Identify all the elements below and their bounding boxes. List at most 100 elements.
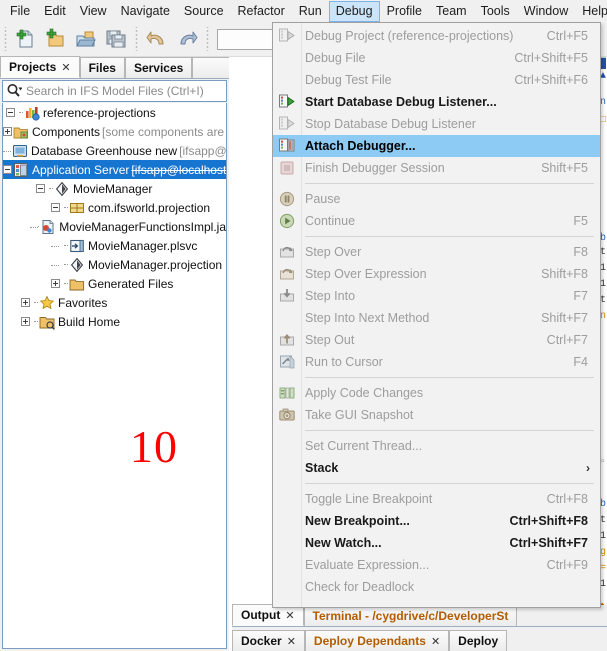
tree-line [51,246,59,247]
tree-line [30,227,38,228]
menu-item-step-into[interactable]: Step IntoF7 [273,285,600,307]
menubar-item-profile[interactable]: Profile [380,1,429,22]
menubar-item-tools[interactable]: Tools [474,1,517,22]
build-home-icon [39,314,55,330]
undo-icon[interactable] [142,25,172,53]
tree-toggle-plus[interactable] [21,315,34,329]
tree-item[interactable]: Components [some components are hidden [3,122,226,141]
menu-item-step-into-next-method[interactable]: Step Into Next MethodShift+F7 [273,307,600,329]
menu-item-take-gui-snapshot[interactable]: Take GUI Snapshot [273,404,600,426]
menubar-item-edit[interactable]: Edit [37,1,73,22]
tree-item[interactable]: com.ifsworld.projection [3,198,226,217]
menu-item-toggle-line-breakpoint[interactable]: Toggle Line BreakpointCtrl+F8 [273,488,600,510]
tab-services[interactable]: Services [125,57,192,78]
bottom-tab-terminal-cygdrive-c-developerst[interactable]: Terminal - /cygdrive/c/DeveloperSt [304,605,518,626]
save-all-icon[interactable] [101,25,131,53]
tree-item-label: MovieManager [73,182,152,196]
new-file-icon[interactable] [11,25,41,53]
menu-item-step-over-expression[interactable]: Step Over ExpressionShift+F8 [273,263,600,285]
menubar-item-view[interactable]: View [73,1,114,22]
appserver-icon [13,162,29,178]
expander-icon[interactable] [3,127,12,136]
menu-item-debug-project-reference-projections[interactable]: Debug Project (reference-projections)Ctr… [273,25,600,47]
menu-item-run-to-cursor[interactable]: Run to CursorF4 [273,351,600,373]
tree-line [64,264,68,265]
project-tree[interactable]: reference-projectionsComponents [some co… [2,103,227,649]
menubar-item-run[interactable]: Run [292,1,329,22]
bottom-tab-deploy[interactable]: Deploy [449,630,507,651]
tab-projects[interactable]: Projects✕ [0,56,80,78]
tree-item[interactable]: MovieManager.plsvc [3,236,226,255]
tree-toggle-minus[interactable] [51,201,64,215]
close-icon[interactable]: ✕ [61,61,70,74]
menu-item-debug-test-file[interactable]: Debug Test FileCtrl+Shift+F6 [273,69,600,91]
expander-icon[interactable] [21,298,30,307]
tree-item-label: MovieManagerFunctionsImpl.ja [59,220,226,234]
search-input[interactable]: Search in IFS Model Files (Ctrl+I) [2,80,227,102]
menubar-item-debug[interactable]: Debug [329,1,380,22]
tree-item[interactable]: Generated Files [3,274,226,293]
tree-item[interactable]: MovieManager.projection [3,255,226,274]
menu-item-debug-file[interactable]: Debug FileCtrl+Shift+F5 [273,47,600,69]
menubar-item-refactor[interactable]: Refactor [231,1,292,22]
tree-item[interactable]: Favorites [3,293,226,312]
menu-item-start-database-debug-listener[interactable]: Start Database Debug Listener... [273,91,600,113]
tab-files[interactable]: Files [80,57,125,78]
menu-item-new-watch[interactable]: New Watch...Ctrl+Shift+F7 [273,532,600,554]
menu-item-continue[interactable]: ContinueF5 [273,210,600,232]
expander-icon[interactable] [36,184,45,193]
projection-icon [54,181,70,197]
expander-icon[interactable] [6,108,15,117]
menu-item-evaluate-expression[interactable]: Evaluate Expression...Ctrl+F9 [273,554,600,576]
tree-item[interactable]: Application Server [ifsapp@localhost:808… [3,160,226,179]
toolbar-grip[interactable] [2,27,9,51]
tree-toggle-plus[interactable] [21,296,34,310]
debug-dropdown-menu[interactable]: Debug Project (reference-projections)Ctr… [272,22,601,608]
tree-toggle-minus[interactable] [36,182,49,196]
menu-item-set-current-thread[interactable]: Set Current Thread... [273,435,600,457]
menubar-item-help[interactable]: Help [575,1,607,22]
menu-item-stop-database-debug-listener[interactable]: Stop Database Debug Listener [273,113,600,135]
expander-icon[interactable] [3,165,12,174]
menu-item-step-over[interactable]: Step OverF8 [273,241,600,263]
menu-item-step-out[interactable]: Step OutCtrl+F7 [273,329,600,351]
menubar-item-file[interactable]: File [3,1,37,22]
tree-item[interactable]: reference-projections [3,103,226,122]
tree-indent [3,283,51,284]
new-project-icon[interactable] [41,25,71,53]
redo-icon[interactable] [172,25,202,53]
bottom-tab-deploy-dependants[interactable]: Deploy Dependants✕ [305,630,449,651]
menu-item-attach-debugger[interactable]: Attach Debugger... [273,135,600,157]
menu-item-apply-code-changes[interactable]: Apply Code Changes [273,382,600,404]
toolbar-grip-3[interactable] [204,27,211,51]
menubar-item-navigate[interactable]: Navigate [114,1,177,22]
tree-item[interactable]: MovieManagerFunctionsImpl.ja [3,217,226,236]
menu-item-finish-debugger-session[interactable]: Finish Debugger SessionShift+F5 [273,157,600,179]
menubar-item-source[interactable]: Source [177,1,231,22]
bottom-tab-row-1: Output ✕ Terminal - /cygdrive/c/DeveloperS… [232,605,607,627]
expander-icon[interactable] [51,203,60,212]
tree-toggle-plus[interactable] [3,125,12,139]
close-icon[interactable]: ✕ [287,635,296,648]
tree-item[interactable]: Database Greenhouse new [ifsapp@//CMB [3,141,226,160]
tree-toggle-plus[interactable] [51,277,64,291]
close-icon[interactable]: ✕ [285,609,294,622]
menubar-item-team[interactable]: Team [429,1,474,22]
expander-icon[interactable] [51,279,60,288]
bottom-tab-docker[interactable]: Docker✕ [232,630,305,651]
expander-icon[interactable] [21,317,30,326]
menubar-item-window[interactable]: Window [517,1,575,22]
tree-toggle-minus[interactable] [6,106,19,120]
tree-toggle-none [51,239,64,253]
bottom-tab-label: Output [241,608,280,622]
open-project-icon[interactable] [71,25,101,53]
menu-item-check-for-deadlock[interactable]: Check for Deadlock [273,576,600,598]
tree-toggle-minus[interactable] [3,163,12,177]
toolbar-grip-2[interactable] [133,27,140,51]
menu-item-pause[interactable]: Pause [273,188,600,210]
close-icon[interactable]: ✕ [431,635,440,648]
menu-item-new-breakpoint[interactable]: New Breakpoint...Ctrl+Shift+F8 [273,510,600,532]
tree-item[interactable]: MovieManager [3,179,226,198]
tree-item[interactable]: Build Home [3,312,226,331]
menu-item-stack[interactable]: Stack› [273,457,600,479]
